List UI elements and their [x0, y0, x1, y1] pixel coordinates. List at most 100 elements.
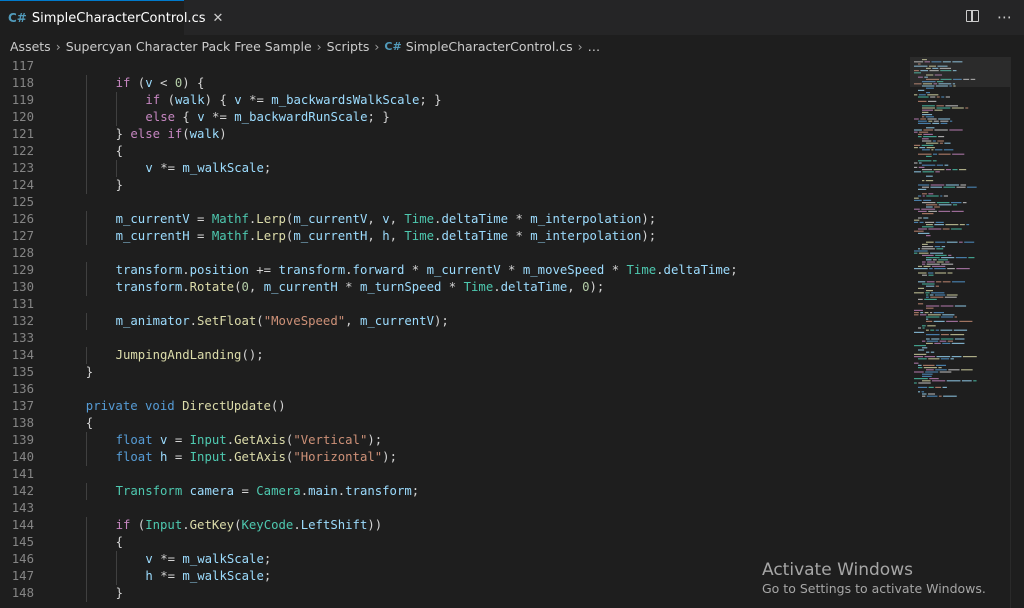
- code-line[interactable]: 127 m_currentH = Mathf.Lerp(m_currentH, h…: [0, 228, 1024, 245]
- more-actions-icon[interactable]: ⋯: [997, 8, 1012, 26]
- minimap-line: [924, 298, 937, 300]
- minimap-line: [922, 347, 928, 349]
- breadcrumb-symbols-more[interactable]: …: [588, 39, 601, 54]
- code-line[interactable]: 143: [0, 500, 1024, 517]
- minimap-line: [941, 246, 946, 248]
- minimap-line: [924, 312, 929, 314]
- code-line[interactable]: 136: [0, 381, 1024, 398]
- code-line[interactable]: 141: [0, 466, 1024, 483]
- minimap-line: [918, 232, 930, 234]
- line-number: 128: [11, 246, 34, 260]
- minimap-slider[interactable]: [910, 57, 1010, 87]
- code-line[interactable]: 138 {: [0, 415, 1024, 432]
- minimap-line: [940, 305, 954, 307]
- code-line[interactable]: 140 float h = Input.GetAxis("Horizontal")…: [0, 449, 1024, 466]
- line-number: 127: [11, 229, 34, 243]
- line-number: 126: [11, 212, 34, 226]
- code-line[interactable]: 142 Transform camera = Camera.main.transf…: [0, 483, 1024, 500]
- minimap-line: [914, 371, 924, 373]
- indent-guide: [85, 517, 87, 534]
- minimap-line: [914, 131, 918, 133]
- minimap-line: [922, 114, 933, 116]
- code-line[interactable]: 132 m_animator.SetFloat("MoveSpeed", m_cu…: [0, 313, 1024, 330]
- breadcrumb-item-scripts[interactable]: Scripts: [327, 39, 370, 54]
- minimap-line: [931, 292, 945, 294]
- minimap-line: [918, 272, 927, 274]
- code-line[interactable]: 133: [0, 330, 1024, 347]
- line-number: 120: [11, 110, 34, 124]
- breadcrumb-item-assets[interactable]: Assets: [10, 39, 51, 54]
- code-line[interactable]: 123 v *= m_walkScale;: [0, 160, 1024, 177]
- code-line[interactable]: 118 if (v < 0) {: [0, 75, 1024, 92]
- code-line[interactable]: 128: [0, 245, 1024, 262]
- tab-simplecharactercontrol[interactable]: C# SimpleCharacterControl.cs ✕: [0, 0, 223, 35]
- vertical-scrollbar[interactable]: [1010, 57, 1024, 608]
- minimap-line: [941, 263, 954, 265]
- minimap-line: [941, 334, 949, 336]
- code-text: {: [115, 144, 123, 158]
- split-editor-icon[interactable]: [966, 10, 979, 22]
- minimap-line: [921, 208, 936, 210]
- minimap-line: [928, 120, 933, 122]
- code-line[interactable]: 145 {: [0, 534, 1024, 551]
- minimap-line: [951, 210, 964, 212]
- minimap-line: [918, 94, 926, 96]
- code-line[interactable]: 117: [0, 58, 1024, 75]
- minimap-line: [936, 248, 944, 250]
- minimap-line: [920, 312, 924, 314]
- minimap[interactable]: [910, 57, 1010, 402]
- code-line[interactable]: 139 float v = Input.GetAxis("Vertical");: [0, 432, 1024, 449]
- minimap-line: [936, 364, 947, 366]
- minimap-line: [926, 204, 938, 206]
- minimap-line: [932, 140, 936, 142]
- code-line[interactable]: 144 if (Input.GetKey(KeyCode.LeftShift)): [0, 517, 1024, 534]
- minimap-line: [918, 252, 929, 254]
- code-text: if (v < 0) {: [115, 76, 205, 90]
- minimap-line: [941, 257, 955, 259]
- code-text: float v = Input.GetAxis("Vertical");: [115, 433, 383, 447]
- code-line[interactable]: 130 transform.Rotate(0, m_currentH * m_tu…: [0, 279, 1024, 296]
- minimap-line: [922, 274, 927, 276]
- code-editor[interactable]: 117 118 if (v < 0) {119 if (walk) { v *= m_…: [0, 57, 1024, 608]
- code-line[interactable]: 135}: [0, 364, 1024, 381]
- code-line[interactable]: 124}: [0, 177, 1024, 194]
- code-line[interactable]: 134 JumpingAndLanding();: [0, 347, 1024, 364]
- code-line[interactable]: 125: [0, 194, 1024, 211]
- minimap-line: [927, 325, 936, 327]
- minimap-line: [914, 197, 919, 199]
- close-icon[interactable]: ✕: [213, 11, 224, 26]
- minimap-line: [925, 292, 930, 294]
- line-number: 117: [11, 59, 34, 73]
- code-line[interactable]: 131: [0, 296, 1024, 313]
- code-line[interactable]: 126 m_currentV = Mathf.Lerp(m_currentV, v…: [0, 211, 1024, 228]
- code-text: if (walk) { v *= m_backwardsWalkScale; }: [145, 93, 442, 107]
- code-line[interactable]: 137 private void DirectUpdate(): [0, 398, 1024, 415]
- minimap-line: [925, 221, 935, 223]
- minimap-line: [940, 120, 949, 122]
- minimap-line: [938, 259, 948, 261]
- minimap-line: [918, 217, 922, 219]
- code-line[interactable]: 122 {: [0, 143, 1024, 160]
- minimap-line: [934, 224, 944, 226]
- minimap-line: [923, 265, 931, 267]
- code-text: Transform camera = Camera.main.transform…: [115, 484, 420, 498]
- code-line[interactable]: 121} else if(walk): [0, 126, 1024, 143]
- minimap-line: [922, 327, 925, 329]
- breadcrumb-item-file[interactable]: SimpleCharacterControl.cs: [406, 39, 573, 54]
- code-text: }: [115, 586, 123, 600]
- minimap-line: [959, 320, 973, 322]
- minimap-line: [918, 195, 922, 197]
- minimap-line: [922, 138, 929, 140]
- minimap-line: [926, 224, 933, 226]
- code-line[interactable]: 120 else { v *= m_backwardRunScale; }: [0, 109, 1024, 126]
- tab-bar: C# SimpleCharacterControl.cs ✕ ⋯: [0, 0, 1024, 35]
- minimap-line: [926, 257, 940, 259]
- minimap-line: [914, 314, 919, 316]
- minimap-line: [932, 122, 940, 124]
- minimap-line: [962, 356, 977, 358]
- breadcrumb-item-pack[interactable]: Supercyan Character Pack Free Sample: [66, 39, 312, 54]
- minimap-line: [956, 186, 966, 188]
- minimap-line: [922, 340, 926, 342]
- code-line[interactable]: 129 transform.position += transform.forwa…: [0, 262, 1024, 279]
- code-line[interactable]: 119 if (walk) { v *= m_backwardsWalkScale…: [0, 92, 1024, 109]
